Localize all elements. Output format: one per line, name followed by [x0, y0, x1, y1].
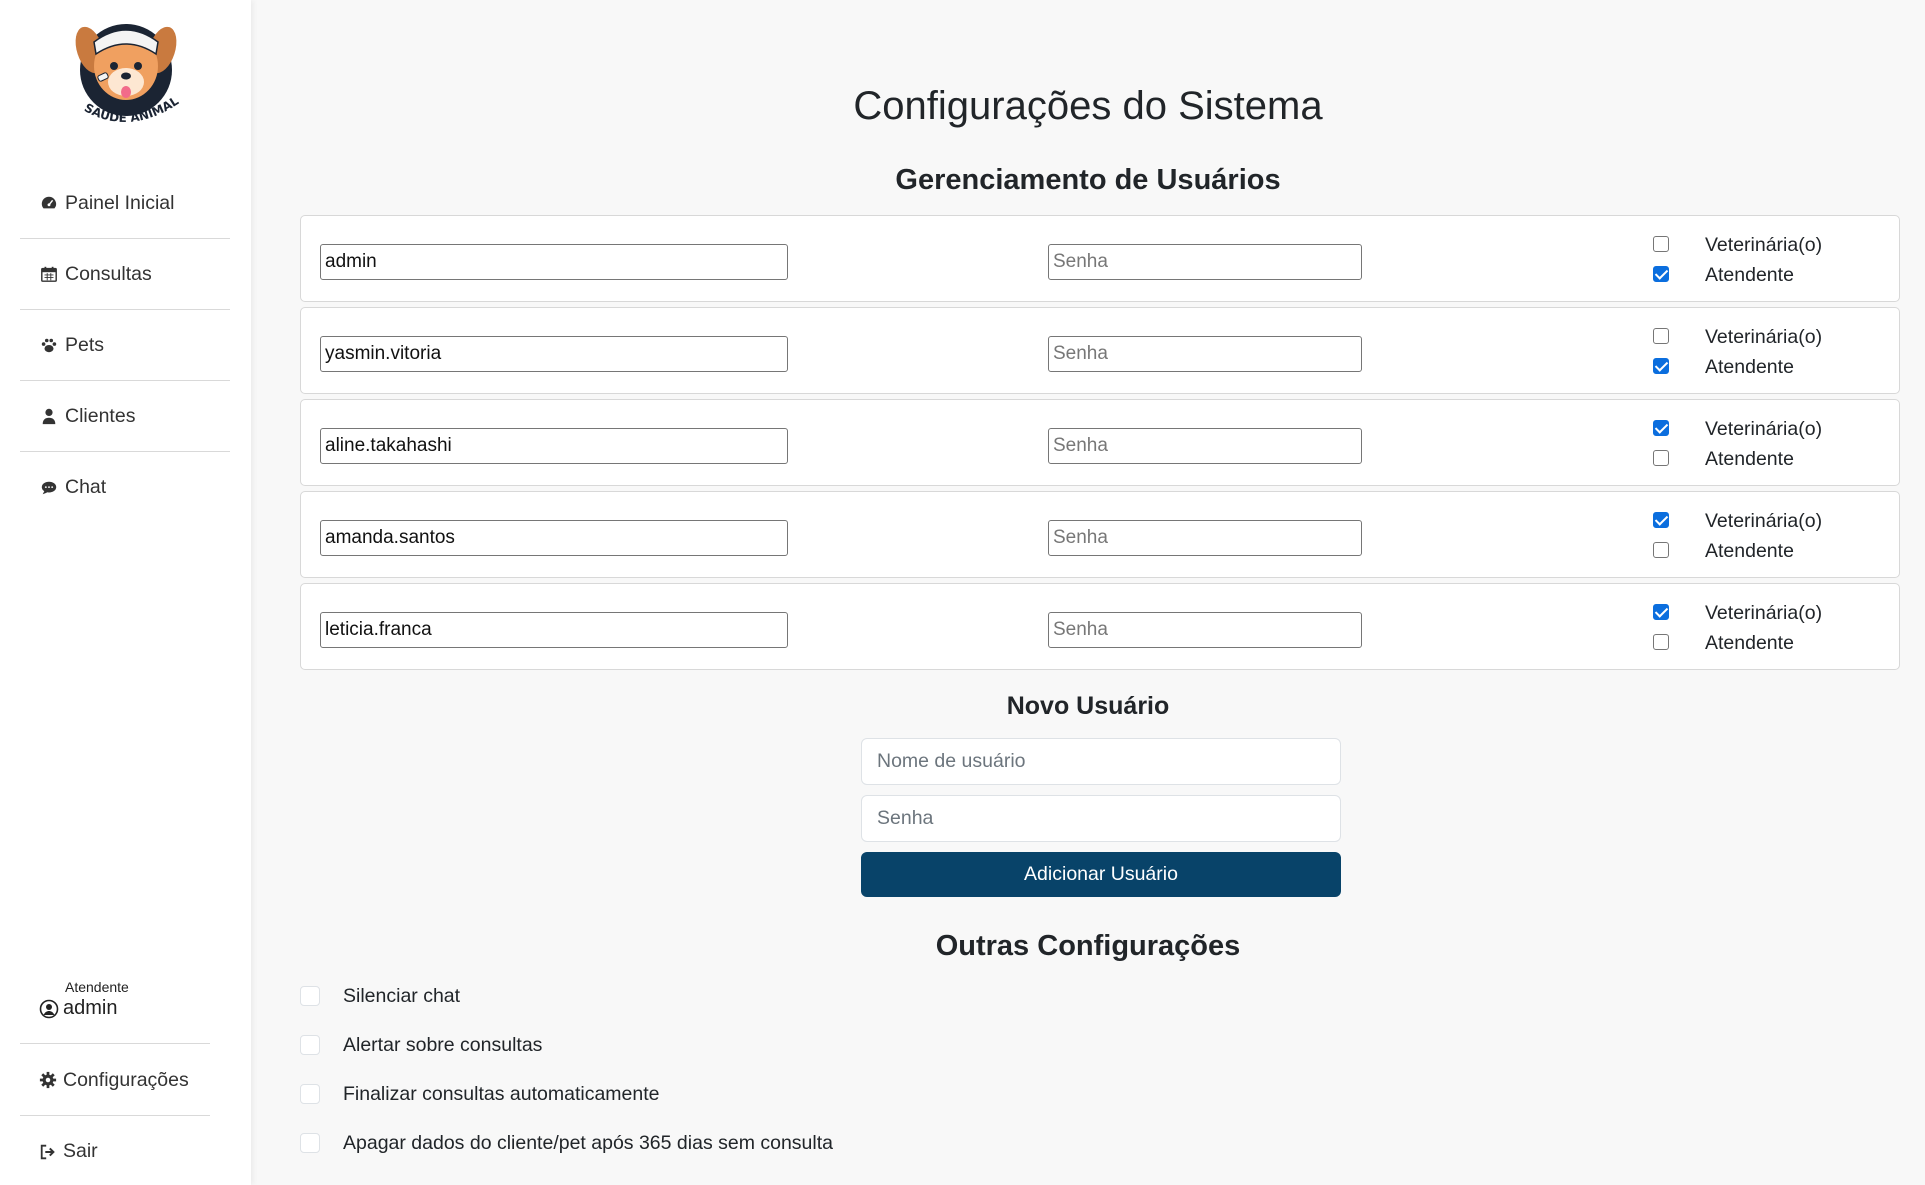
page-title: Configurações do Sistema: [853, 84, 1323, 128]
dashboard-icon: [39, 193, 59, 213]
option-label: Finalizar consultas automaticamente: [343, 1082, 660, 1105]
attendant-role-label: Atendente: [1705, 264, 1794, 286]
vet-role-checkbox[interactable]: [1653, 236, 1669, 252]
delete-data-checkbox[interactable]: [300, 1133, 320, 1153]
vet-role-checkbox[interactable]: [1653, 420, 1669, 436]
sidebar-item-configuracoes[interactable]: Configurações: [20, 1045, 210, 1116]
attendant-role-label: Atendente: [1705, 356, 1794, 378]
attendant-role-label: Atendente: [1705, 448, 1794, 470]
sidebar-item-label: Chat: [65, 476, 107, 498]
attendant-role-checkbox[interactable]: [1653, 634, 1669, 650]
option-row: Alertar sobre consultas: [300, 1032, 542, 1058]
username-input[interactable]: [320, 520, 788, 556]
option-label: Apagar dados do cliente/pet após 365 dia…: [343, 1131, 833, 1154]
attendant-role-label: Atendente: [1705, 632, 1794, 654]
auto-finish-checkbox[interactable]: [300, 1084, 320, 1104]
paw-icon: [39, 335, 59, 355]
password-input[interactable]: [1048, 336, 1362, 372]
user-row: Veterinária(o) Atendente: [300, 491, 1900, 578]
logout-icon: [39, 1142, 59, 1162]
configuracoes-label: Configurações: [63, 1068, 189, 1091]
user-row: Veterinária(o) Atendente: [300, 307, 1900, 394]
user-circle-icon: [39, 999, 59, 1019]
attendant-role-checkbox[interactable]: [1653, 450, 1669, 466]
option-label: Silenciar chat: [343, 984, 461, 1007]
sair-label: Sair: [63, 1140, 98, 1162]
gear-icon: [39, 1070, 59, 1090]
vet-role-label: Veterinária(o): [1705, 418, 1823, 440]
chat-icon: [39, 478, 59, 498]
vet-role-label: Veterinária(o): [1705, 234, 1823, 256]
current-user: Atendente admin: [20, 974, 210, 1044]
add-user-button[interactable]: Adicionar Usuário: [861, 852, 1341, 897]
user-row: Veterinária(o) Atendente: [300, 215, 1900, 302]
username-input[interactable]: [320, 244, 788, 280]
password-input[interactable]: [1048, 520, 1362, 556]
vet-role-label: Veterinária(o): [1705, 510, 1823, 532]
password-input[interactable]: [1048, 244, 1362, 280]
option-row: Finalizar consultas automaticamente: [300, 1081, 660, 1107]
vet-role-checkbox[interactable]: [1653, 512, 1669, 528]
user-row: Veterinária(o) Atendente: [300, 583, 1900, 670]
attendant-role-checkbox[interactable]: [1653, 542, 1669, 558]
username-input[interactable]: [320, 428, 788, 464]
vet-role-label: Veterinária(o): [1705, 326, 1823, 348]
new-user-title: Novo Usuário: [1006, 692, 1170, 720]
user-icon: [39, 406, 59, 426]
sidebar-item-chat[interactable]: Chat: [20, 452, 230, 523]
password-input[interactable]: [1048, 428, 1362, 464]
sidebar-item-pets[interactable]: Pets: [20, 310, 230, 381]
sidebar-item-painel-inicial[interactable]: Painel Inicial: [20, 168, 230, 239]
sidebar-item-label: Pets: [65, 333, 105, 356]
calendar-icon: [39, 264, 59, 284]
new-password-input[interactable]: [861, 795, 1341, 842]
saude-animal-logo[interactable]: SAÚDE ANIMAL: [68, 8, 188, 136]
sidebar-item-clientes[interactable]: Clientes: [20, 381, 230, 452]
vet-role-checkbox[interactable]: [1653, 604, 1669, 620]
vet-role-label: Veterinária(o): [1705, 602, 1823, 624]
user-name-text: admin: [63, 997, 118, 1019]
user-row: Veterinária(o) Atendente: [300, 399, 1900, 486]
attendant-role-label: Atendente: [1705, 540, 1794, 562]
sidebar-item-label: Painel Inicial: [65, 191, 175, 214]
attendant-role-checkbox[interactable]: [1653, 358, 1669, 374]
user-name: admin: [39, 997, 117, 1020]
sidebar-item-sair[interactable]: Sair: [20, 1116, 210, 1185]
new-username-input[interactable]: [861, 738, 1341, 785]
sidebar: SAÚDE ANIMAL Painel Inicial Consultas Pe…: [0, 0, 251, 1185]
silence-chat-checkbox[interactable]: [300, 986, 320, 1006]
vet-role-checkbox[interactable]: [1653, 328, 1669, 344]
alert-appointments-checkbox[interactable]: [300, 1035, 320, 1055]
option-label: Alertar sobre consultas: [343, 1033, 543, 1056]
user-role: Atendente: [65, 979, 129, 995]
other-settings-title: Outras Configurações: [935, 930, 1241, 962]
option-row: Apagar dados do cliente/pet após 365 dia…: [300, 1130, 833, 1156]
main-content: Configurações do Sistema Gerenciamento d…: [251, 0, 1925, 1185]
sidebar-item-label: Clientes: [65, 404, 136, 427]
username-input[interactable]: [320, 612, 788, 648]
username-input[interactable]: [320, 336, 788, 372]
attendant-role-checkbox[interactable]: [1653, 266, 1669, 282]
password-input[interactable]: [1048, 612, 1362, 648]
sidebar-item-label: Consultas: [65, 262, 152, 285]
users-section-title: Gerenciamento de Usuários: [895, 164, 1281, 196]
option-row: Silenciar chat: [300, 983, 460, 1009]
sidebar-item-consultas[interactable]: Consultas: [20, 239, 230, 310]
